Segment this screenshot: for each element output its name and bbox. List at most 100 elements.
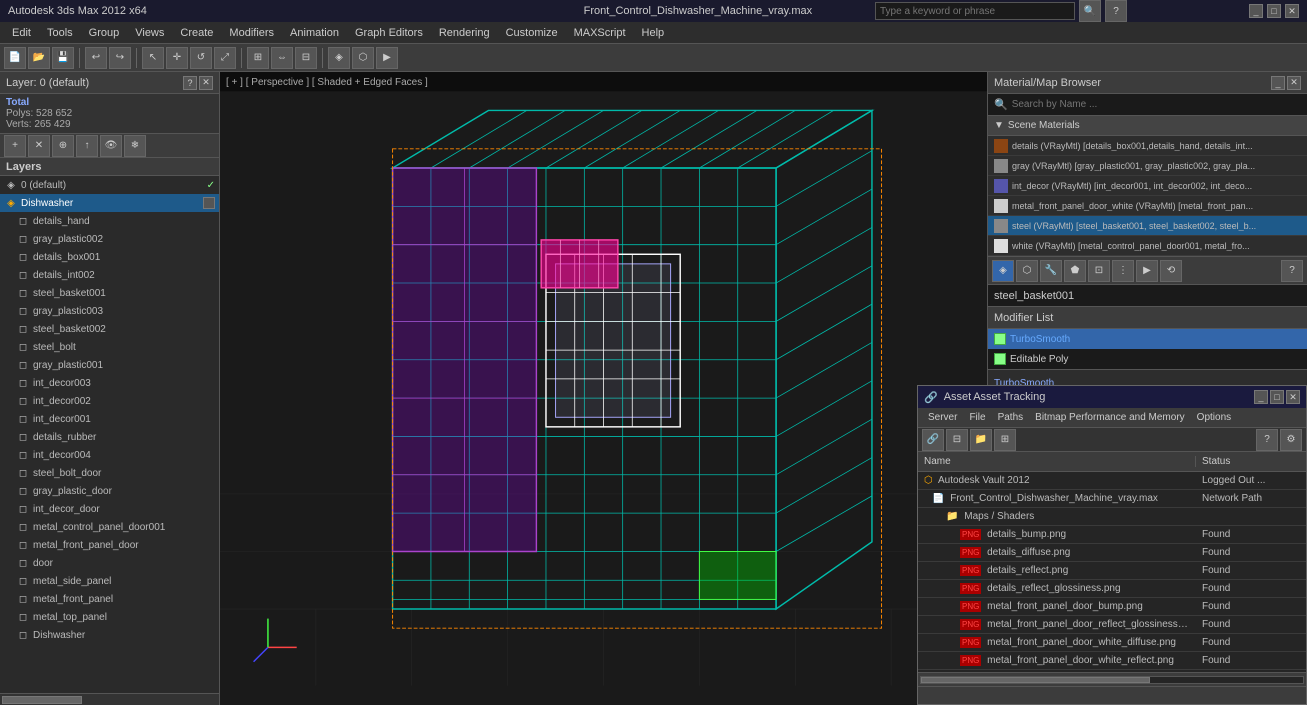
at-row-file[interactable]: 📄 Front_Control_Dishwasher_Machine_vray.… [918,490,1306,508]
open-button[interactable]: 📂 [28,47,50,69]
menu-create[interactable]: Create [172,25,221,41]
mat-item-details[interactable]: details (VRayMtl) [details_box001,detail… [988,136,1307,156]
at-row-details-reflect[interactable]: PNG details_reflect.png Found [918,562,1306,580]
render-button[interactable]: ▶ [376,47,398,69]
layer-item-int-decor001[interactable]: ◻ int_decor001 [0,410,219,428]
mod-icon6[interactable]: ⋮ [1112,260,1134,282]
layer-scrollbar[interactable] [0,693,219,705]
at-tb-help[interactable]: ? [1256,429,1278,451]
help-button[interactable]: ? [1105,0,1127,22]
mod-icon8[interactable]: ⟲ [1160,260,1182,282]
layer-list[interactable]: ◈ 0 (default) ✓ ◈ Dishwasher ◻ details_h… [0,176,219,693]
layer-item-metal-top[interactable]: ◻ metal_top_panel [0,608,219,626]
mod-help-button[interactable]: ? [1281,260,1303,282]
redo-button[interactable]: ↪ [109,47,131,69]
at-scroll-area[interactable]: ⬡ Autodesk Vault 2012 Logged Out ... 📄 F… [918,472,1306,672]
undo-button[interactable]: ↩ [85,47,107,69]
layer-item-dishwasher2[interactable]: ◻ Dishwasher [0,626,219,644]
at-row-details-reflect-gloss[interactable]: PNG details_reflect_glossiness.png Found [918,580,1306,598]
at-row-metal-white-reflect[interactable]: PNG metal_front_panel_door_white_reflect… [918,652,1306,670]
render-setup-button[interactable]: ⬡ [352,47,374,69]
layer-add-button[interactable]: ⊕ [52,135,74,157]
layer-item-gray-plastic003[interactable]: ◻ gray_plastic003 [0,302,219,320]
at-menu-server[interactable]: Server [922,410,963,425]
mod-icon5[interactable]: ⊡ [1088,260,1110,282]
at-horizontal-scrollbar[interactable] [918,672,1306,686]
at-scrollbar-track[interactable] [920,676,1304,684]
layer-item-steel-bolt-door[interactable]: ◻ steel_bolt_door [0,464,219,482]
menu-help[interactable]: Help [634,25,673,41]
layer-item-int-decor004[interactable]: ◻ int_decor004 [0,446,219,464]
mod-icon3[interactable]: 🔧 [1040,260,1062,282]
menu-modifiers[interactable]: Modifiers [221,25,282,41]
mirror-button[interactable]: ⇔ [271,47,293,69]
at-row-details-diffuse[interactable]: PNG details_diffuse.png Found [918,544,1306,562]
layer-item-door[interactable]: ◻ door [0,554,219,572]
menu-graph-editors[interactable]: Graph Editors [347,25,431,41]
modifier-item-editable-poly[interactable]: Editable Poly [988,349,1307,369]
material-editor-button[interactable]: ◈ [328,47,350,69]
layer-item-details-int002[interactable]: ◻ details_int002 [0,266,219,284]
mat-item-metal-front[interactable]: metal_front_panel_door_white (VRayMtl) [… [988,196,1307,216]
close-button[interactable]: ✕ [1285,4,1299,18]
viewport[interactable]: [ + ] [ Perspective ] [ Shaded + Edged F… [220,72,987,705]
new-button[interactable]: 📄 [4,47,26,69]
mod-icon7[interactable]: ▶ [1136,260,1158,282]
at-tb-btn2[interactable]: ⊟ [946,429,968,451]
select-button[interactable]: ↖ [142,47,164,69]
at-tb-btn3[interactable]: 📁 [970,429,992,451]
layer-new-button[interactable]: + [4,135,26,157]
menu-group[interactable]: Group [81,25,128,41]
menu-tools[interactable]: Tools [39,25,81,41]
search-button[interactable]: 🔍 [1079,0,1101,22]
snap-button[interactable]: ⊞ [247,47,269,69]
menu-maxscript[interactable]: MAXScript [566,25,634,41]
layer-item-metal-front[interactable]: ◻ metal_front_panel [0,590,219,608]
mod-icon4[interactable]: ⬟ [1064,260,1086,282]
layer-item-0-default[interactable]: ◈ 0 (default) ✓ [0,176,219,194]
layer-item-int-decor-door[interactable]: ◻ int_decor_door [0,500,219,518]
layer-select-button[interactable]: ↑ [76,135,98,157]
at-menu-bitmap-perf[interactable]: Bitmap Performance and Memory [1029,410,1191,425]
layer-item-metal-front-door[interactable]: ◻ metal_front_panel_door [0,536,219,554]
layer-hide-button[interactable]: 👁 [100,135,122,157]
maximize-button[interactable]: □ [1267,4,1281,18]
menu-rendering[interactable]: Rendering [431,25,498,41]
mod-icon2[interactable]: ⬡ [1016,260,1038,282]
layer-item-details-hand[interactable]: ◻ details_hand [0,212,219,230]
mat-item-steel[interactable]: steel (VRayMtl) [steel_basket001, steel_… [988,216,1307,236]
at-tb-btn1[interactable]: 🔗 [922,429,944,451]
layer-item-gray-plastic002[interactable]: ◻ gray_plastic002 [0,230,219,248]
layer-item-metal-control[interactable]: ◻ metal_control_panel_door001 [0,518,219,536]
mat-browser-min-button[interactable]: _ [1271,76,1285,90]
at-menu-options[interactable]: Options [1191,410,1237,425]
menu-views[interactable]: Views [127,25,172,41]
panel-help-button[interactable]: ? [183,76,197,90]
at-menu-paths[interactable]: Paths [992,410,1030,425]
layer-item-steel-bolt[interactable]: ◻ steel_bolt [0,338,219,356]
at-row-metal-bump[interactable]: PNG metal_front_panel_door_bump.png Foun… [918,598,1306,616]
layer-freeze-button[interactable]: ❄ [124,135,146,157]
layer-item-gray-plastic001[interactable]: ◻ gray_plastic001 [0,356,219,374]
layer-scrollbar-thumb[interactable] [2,696,82,704]
mat-item-int-decor[interactable]: int_decor (VRayMtl) [int_decor001, int_d… [988,176,1307,196]
at-tb-settings[interactable]: ⚙ [1280,429,1302,451]
at-row-metal-white-diffuse[interactable]: PNG metal_front_panel_door_white_diffuse… [918,634,1306,652]
save-button[interactable]: 💾 [52,47,74,69]
at-row-vault[interactable]: ⬡ Autodesk Vault 2012 Logged Out ... [918,472,1306,490]
menu-animation[interactable]: Animation [282,25,347,41]
keyword-search-input[interactable] [875,2,1075,20]
at-tb-btn4[interactable]: ⊞ [994,429,1016,451]
at-row-metal-reflect-gloss[interactable]: PNG metal_front_panel_door_reflect_gloss… [918,616,1306,634]
layer-item-int-decor003[interactable]: ◻ int_decor003 [0,374,219,392]
mat-search-input[interactable] [1012,99,1301,110]
at-close-button[interactable]: ✕ [1286,390,1300,404]
modifier-item-turbosmooth[interactable]: TurboSmooth [988,329,1307,349]
at-row-maps[interactable]: 📁 Maps / Shaders [918,508,1306,526]
panel-close-button[interactable]: ✕ [199,76,213,90]
mat-browser-close-button[interactable]: ✕ [1287,76,1301,90]
at-maximize-button[interactable]: □ [1270,390,1284,404]
menu-edit[interactable]: Edit [4,25,39,41]
layer-delete-button[interactable]: ✕ [28,135,50,157]
at-row-details-bump[interactable]: PNG details_bump.png Found [918,526,1306,544]
